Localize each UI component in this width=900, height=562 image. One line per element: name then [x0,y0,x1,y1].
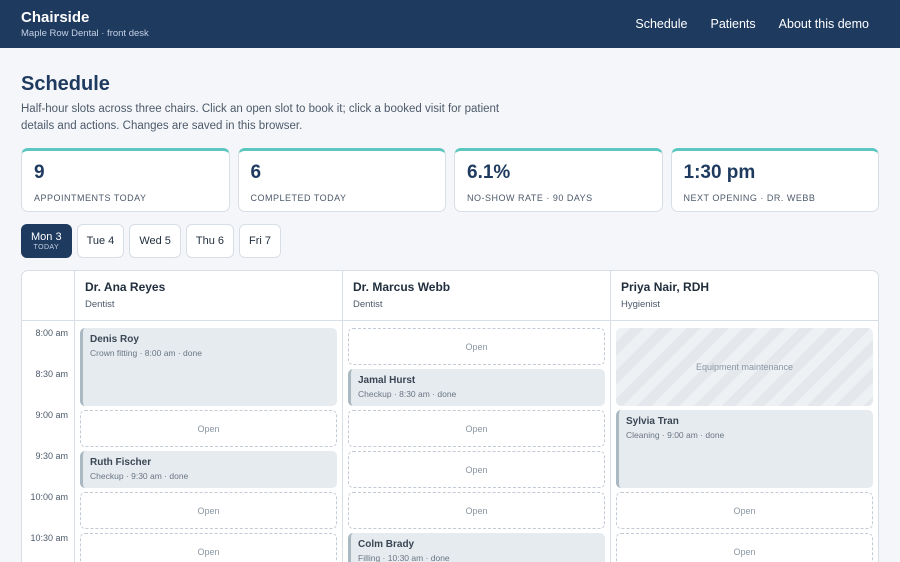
chair-header-reyes: Dr. Ana Reyes Dentist [75,271,343,320]
appointment-card[interactable]: Sylvia Tran Cleaning · 9:00 am · done [616,410,873,488]
open-slot[interactable]: Open [348,492,605,529]
open-slot[interactable]: Open [80,533,337,562]
main-content: Schedule Half-hour slots across three ch… [0,72,900,562]
main-nav: Schedule Patients About this demo [635,17,869,31]
day-label: Thu 6 [195,235,225,247]
stat-value: 6.1% [467,162,511,183]
patient-name: Ruth Fischer [90,457,152,468]
chair-name: Dr. Marcus Webb [353,280,451,294]
stat-label: NO-SHOW RATE · 90 DAYS [467,193,593,203]
time-gutter: 8:00 am 8:30 am 9:00 am 9:30 am 10:00 am 10:3… [22,321,75,562]
stat-value: 6 [250,162,262,183]
blocked-slot: Equipment maintenance [616,328,873,406]
chair-name: Priya Nair, RDH [621,280,710,294]
stat-value: 1:30 pm [683,162,756,183]
stat-label: NEXT OPENING · DR. WEBB [683,193,816,203]
appointment-detail: Cleaning · 9:00 am · done [626,430,725,440]
stat-appointments-today: 9 APPOINTMENTS TODAY [21,148,230,212]
time-label: 8:30 am [35,369,68,379]
day-tab-fri[interactable]: Fri 7 [239,224,282,258]
appointment-detail: Checkup · 8:30 am · done [358,389,457,399]
stat-no-show-rate: 6.1% NO-SHOW RATE · 90 DAYS [454,148,663,212]
open-slot[interactable]: Open [348,328,605,365]
nav-about[interactable]: About this demo [779,17,869,31]
time-label: 10:00 am [30,492,68,502]
stat-label: COMPLETED TODAY [250,193,347,203]
chair-role: Hygienist [621,299,661,310]
nav-schedule[interactable]: Schedule [635,17,687,31]
chair-column-nair: Equipment maintenance Sylvia Tran Cleaning… [611,321,878,562]
appointment-card[interactable]: Colm Brady Filling · 10:30 am · done [348,533,605,562]
page-description: Half-hour slots across three chairs. Cli… [21,103,500,132]
stat-value: 9 [34,162,45,183]
day-tab-thu[interactable]: Thu 6 [185,224,235,258]
stat-next-opening: 1:30 pm NEXT OPENING · DR. WEBB [670,148,879,212]
stat-completed-today: 6 COMPLETED TODAY [237,148,446,212]
time-label: 9:00 am [35,410,68,420]
day-tab-mon[interactable]: Mon 3 TODAY [21,224,72,258]
open-slot[interactable]: Open [80,492,337,529]
appointment-card[interactable]: Ruth Fischer Checkup · 9:30 am · done [80,451,337,488]
day-label: Fri 7 [249,235,272,247]
chair-role: Dentist [85,299,115,310]
day-selector: Mon 3 TODAY Tue 4 Wed 5 Thu 6 Fri 7 [21,224,879,258]
appointment-card[interactable]: Denis Roy Crown fitting · 8:00 am · done [80,328,337,406]
day-tab-tue[interactable]: Tue 4 [76,224,125,258]
schedule-grid: Dr. Ana Reyes Dentist Dr. Marcus Webb De… [21,270,879,562]
day-label: Wed 5 [139,235,171,247]
time-label: 10:30 am [30,533,68,543]
top-bar: Chairside Maple Row Dental · front desk … [0,0,900,48]
appointment-card[interactable]: Jamal Hurst Checkup · 8:30 am · done [348,369,605,406]
today-badge: TODAY [33,244,60,251]
chair-role: Dentist [353,299,383,310]
nav-patients[interactable]: Patients [710,17,755,31]
patient-name: Colm Brady [358,539,415,550]
app-title: Chairside [21,8,90,26]
chair-header-nair: Priya Nair, RDH Hygienist [611,271,878,320]
time-gutter-header [22,271,75,320]
patient-name: Denis Roy [90,334,139,345]
patient-name: Sylvia Tran [626,416,679,427]
open-slot[interactable]: Open [80,410,337,447]
chair-name: Dr. Ana Reyes [85,280,166,294]
appointment-detail: Checkup · 9:30 am · done [90,471,189,481]
time-label: 9:30 am [35,451,68,461]
open-slot[interactable]: Open [616,533,873,562]
appointment-detail: Crown fitting · 8:00 am · done [90,348,202,358]
open-slot[interactable]: Open [616,492,873,529]
brand: Chairside Maple Row Dental · front desk [21,8,149,39]
grid-header: Dr. Ana Reyes Dentist Dr. Marcus Webb De… [22,271,878,321]
stats-row: 9 APPOINTMENTS TODAY 6 COMPLETED TODAY 6… [21,148,879,212]
app-subtitle: Maple Row Dental · front desk [21,27,149,39]
day-tab-wed[interactable]: Wed 5 [129,224,181,258]
patient-name: Jamal Hurst [358,375,416,386]
day-label: Mon 3 [31,231,62,243]
time-label: 8:00 am [35,328,68,338]
grid-body: 8:00 am 8:30 am 9:00 am 9:30 am 10:00 am 10:3… [22,321,878,562]
appointment-detail: Filling · 10:30 am · done [358,553,450,562]
open-slot[interactable]: Open [348,451,605,488]
stat-label: APPOINTMENTS TODAY [34,193,147,203]
chair-column-webb: Open Jamal Hurst Checkup · 8:30 am · done O… [343,321,611,562]
day-label: Tue 4 [86,235,115,247]
page-title: Schedule [21,73,110,95]
chair-column-reyes: Denis Roy Crown fitting · 8:00 am · done O… [75,321,343,562]
chair-header-webb: Dr. Marcus Webb Dentist [343,271,611,320]
open-slot[interactable]: Open [348,410,605,447]
